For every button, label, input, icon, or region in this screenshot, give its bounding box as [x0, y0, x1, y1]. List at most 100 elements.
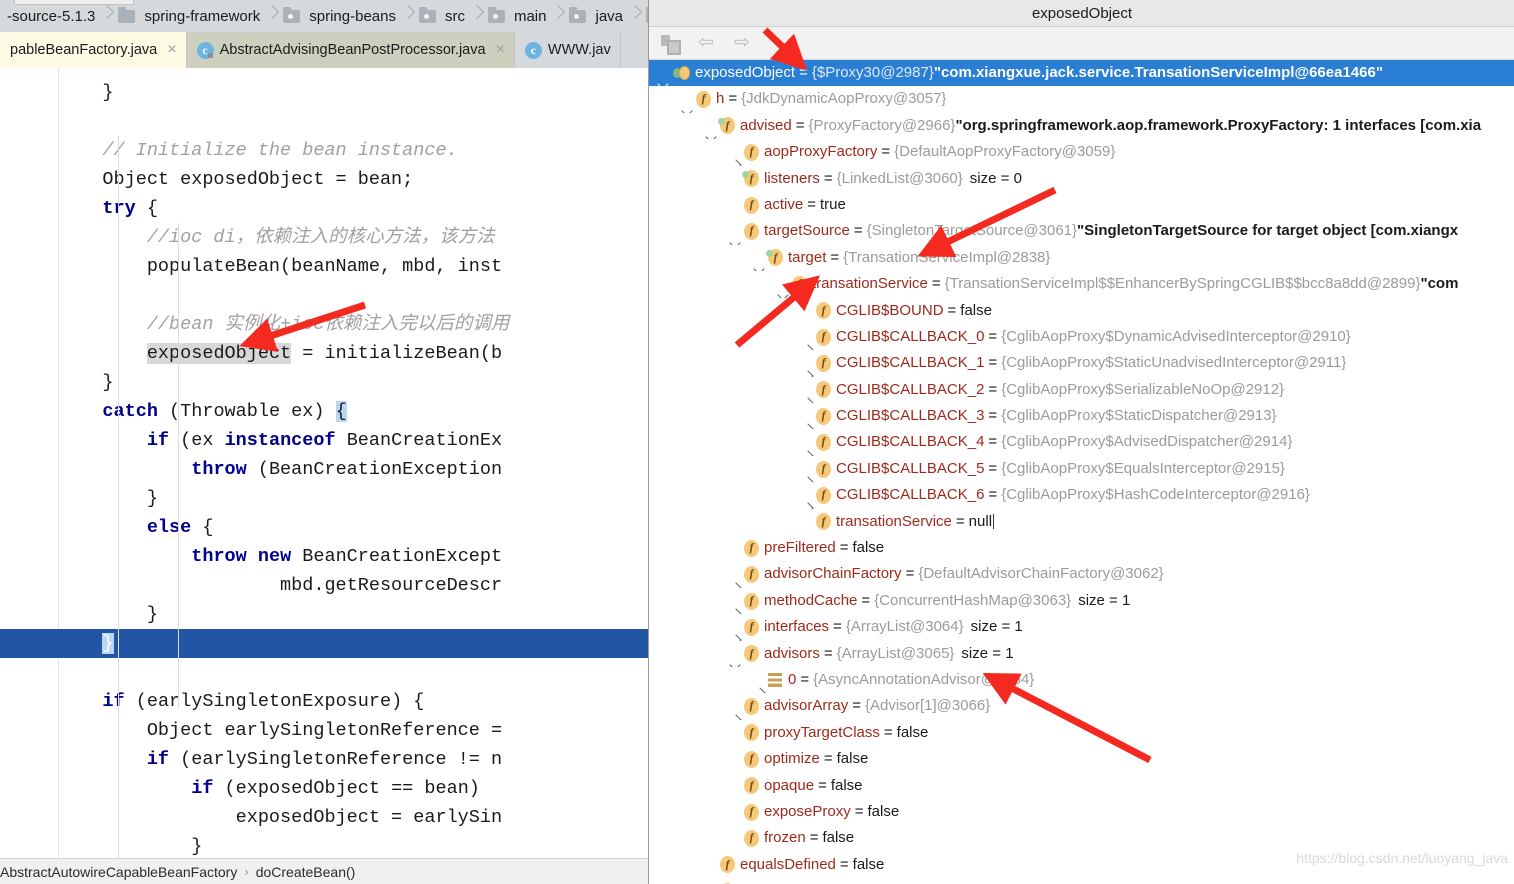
code-line[interactable]: mbd.getResourceDescr [0, 571, 648, 600]
variable-name: CGLIB$CALLBACK_6 [836, 482, 984, 508]
status-class-name[interactable]: AbstractAutowireCapableBeanFactory [0, 864, 237, 880]
tree-row[interactable]: ftarget={TransationServiceImpl@2838} [649, 245, 1514, 271]
variable-name: transationService [812, 271, 928, 297]
breadcrumb-item-main[interactable]: main [484, 0, 552, 32]
forward-arrow-icon[interactable]: ⇨ [731, 32, 753, 54]
code-line[interactable]: throw new BeanCreationExcept [0, 542, 648, 571]
code-line[interactable]: throw (BeanCreationException [0, 455, 648, 484]
code-line-text: } [58, 484, 158, 513]
editor-tab-0[interactable]: pableBeanFactory.java× [0, 32, 187, 68]
tree-row[interactable]: fhashCodeDefined=false [649, 878, 1514, 884]
code-line[interactable] [0, 281, 648, 310]
back-arrow-icon[interactable]: ⇦ [695, 32, 717, 54]
status-method-name[interactable]: doCreateBean() [256, 864, 356, 880]
code-line-text: } [58, 600, 158, 629]
tree-row[interactable]: fCGLIB$BOUND=false [649, 298, 1514, 324]
breadcrumb-separator [628, 0, 642, 32]
tree-row[interactable]: fproxyTargetClass=false [649, 720, 1514, 746]
code-line[interactable]: //ioc di，依赖注入的核心方法，该方法 [0, 223, 648, 252]
code-line[interactable]: } [0, 600, 648, 629]
tree-row[interactable]: fopaque=false [649, 773, 1514, 799]
code-line[interactable]: populateBean(beanName, mbd, inst [0, 252, 648, 281]
variable-name: advisorChainFactory [764, 561, 902, 587]
tree-row[interactable]: fexposeProxy=false [649, 799, 1514, 825]
equals-sign: = [984, 377, 1001, 403]
code-line[interactable] [0, 107, 648, 136]
code-editor[interactable]: } // Initialize the bean instance. Objec… [0, 68, 648, 858]
variable-literal-value: false [837, 746, 869, 772]
editor-tab-1[interactable]: cAbstractAdvisingBeanPostProcessor.java× [187, 32, 515, 68]
variable-name: CGLIB$CALLBACK_1 [836, 350, 984, 376]
field-icon: f [744, 197, 759, 214]
equals-sign: = [848, 693, 865, 719]
variable-reference: {Advisor[1]@3066} [865, 693, 990, 719]
code-line[interactable]: } [0, 368, 648, 397]
set-value-icon[interactable] [659, 32, 681, 54]
tree-row[interactable]: fmethodCache={ConcurrentHashMap@3063}siz… [649, 588, 1514, 614]
code-line[interactable]: if (exposedObject == bean) [0, 774, 648, 803]
tree-row[interactable]: ftransationService=null [649, 509, 1514, 535]
tree-row[interactable]: foptimize=false [649, 746, 1514, 772]
code-line[interactable]: if (earlySingletonExposure) { [0, 687, 648, 716]
code-line[interactable]: exposedObject = earlySin [0, 803, 648, 832]
code-line[interactable]: } [0, 484, 648, 513]
tree-row[interactable]: fCGLIB$CALLBACK_1={CglibAopProxy$StaticU… [649, 350, 1514, 376]
variable-name: methodCache [764, 588, 857, 614]
code-line[interactable]: else { [0, 513, 648, 542]
tree-row[interactable]: faopProxyFactory={DefaultAopProxyFactory… [649, 139, 1514, 165]
variables-tree[interactable]: exposedObject={$Proxy30@2987} "com.xiang… [649, 60, 1514, 884]
tree-row[interactable]: fadvisorChainFactory={DefaultAdvisorChai… [649, 561, 1514, 587]
code-line[interactable]: } [0, 832, 648, 858]
code-line[interactable]: if (earlySingletonReference != n [0, 745, 648, 774]
tree-row[interactable]: fCGLIB$CALLBACK_4={CglibAopProxy$Advised… [649, 429, 1514, 455]
variable-name: advisorArray [764, 693, 848, 719]
tree-row[interactable]: fadvised={ProxyFactory@2966} "org.spring… [649, 113, 1514, 139]
field-icon: f [744, 751, 759, 768]
tree-row[interactable]: exposedObject={$Proxy30@2987} "com.xiang… [649, 60, 1514, 86]
tree-row[interactable]: fpreFiltered=false [649, 535, 1514, 561]
equals-sign: = [984, 456, 1001, 482]
code-line[interactable]: //bean 实例化+ioc依赖注入完以后的调用 [0, 310, 648, 339]
tree-row[interactable]: factive=true [649, 192, 1514, 218]
tree-row[interactable]: ftransationService={TransationServiceImp… [649, 271, 1514, 297]
tree-row[interactable]: fCGLIB$CALLBACK_0={CglibAopProxy$Dynamic… [649, 324, 1514, 350]
variable-reference: {TransationServiceImpl@2838} [843, 245, 1050, 271]
tree-row[interactable]: ftargetSource={SingletonTargetSource@306… [649, 218, 1514, 244]
tree-row[interactable]: 0={AsyncAnnotationAdvisor@2954} [649, 667, 1514, 693]
tree-row[interactable]: fadvisorArray={Advisor[1]@3066} [649, 693, 1514, 719]
editor-tab-2[interactable]: cWWW.jav [515, 32, 621, 68]
tree-row[interactable]: fh={JdkDynamicAopProxy@3057} [649, 86, 1514, 112]
folder-icon [118, 10, 135, 23]
variable-name: optimize [764, 746, 820, 772]
variable-reference: {CglibAopProxy$StaticDispatcher@2913} [1001, 403, 1276, 429]
tree-row[interactable]: flisteners={LinkedList@3060}size = 0 [649, 166, 1514, 192]
tree-row[interactable]: fadvisors={ArrayList@3065}size = 1 [649, 641, 1514, 667]
code-line[interactable]: } [0, 629, 648, 658]
code-line[interactable]: // Initialize the bean instance. [0, 136, 648, 165]
breadcrumb-item-java[interactable]: java [565, 0, 628, 32]
close-icon[interactable]: × [163, 42, 176, 58]
code-line[interactable] [0, 658, 648, 687]
equals-sign: = [902, 561, 919, 587]
code-line[interactable]: catch (Throwable ex) { [0, 397, 648, 426]
tree-row[interactable]: finterfaces={ArrayList@3064}size = 1 [649, 614, 1514, 640]
code-line[interactable]: } [0, 78, 648, 107]
code-line[interactable]: try { [0, 194, 648, 223]
tree-row[interactable]: fCGLIB$CALLBACK_3={CglibAopProxy$StaticD… [649, 403, 1514, 429]
close-icon[interactable]: × [492, 42, 505, 58]
code-line[interactable]: Object earlySingletonReference = [0, 716, 648, 745]
tree-row[interactable]: fCGLIB$CALLBACK_5={CglibAopProxy$EqualsI… [649, 456, 1514, 482]
breadcrumb-item-src[interactable]: src [415, 0, 470, 32]
code-line[interactable]: exposedObject = initializeBean(b [0, 339, 648, 368]
variable-name: target [788, 245, 826, 271]
variable-name: opaque [764, 773, 814, 799]
breadcrumb-item-spring-framework[interactable]: spring-framework [114, 0, 265, 32]
tree-row[interactable]: ffrozen=false [649, 825, 1514, 851]
code-line[interactable]: Object exposedObject = bean; [0, 165, 648, 194]
tree-row[interactable]: fCGLIB$CALLBACK_2={CglibAopProxy$Seriali… [649, 377, 1514, 403]
ide-editor-pane: -source-5.1.3spring-frameworkspring-bean… [0, 0, 648, 884]
tree-row[interactable]: fCGLIB$CALLBACK_6={CglibAopProxy$HashCod… [649, 482, 1514, 508]
breadcrumb-item-spring-beans[interactable]: spring-beans [279, 0, 401, 32]
code-line-text: if (exposedObject == bean) [58, 774, 491, 803]
code-line[interactable]: if (ex instanceof BeanCreationEx [0, 426, 648, 455]
